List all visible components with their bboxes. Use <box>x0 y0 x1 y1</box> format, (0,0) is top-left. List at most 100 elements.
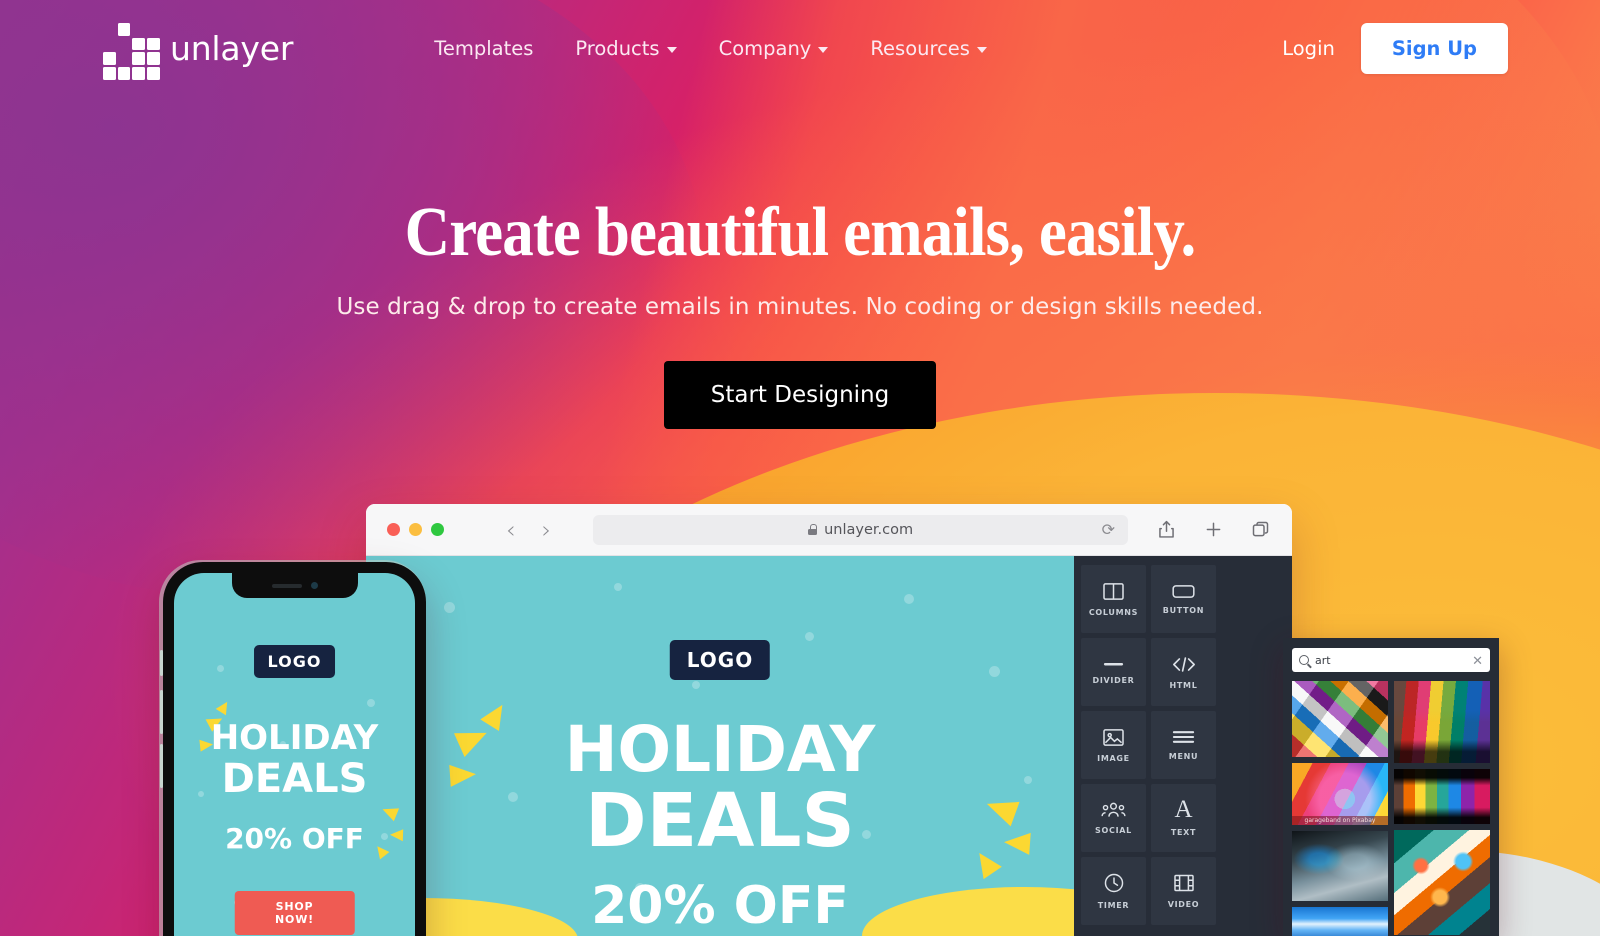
image-attribution: garageband on Pixabay <box>1292 816 1388 825</box>
image-thumbnail[interactable] <box>1394 830 1490 935</box>
logo-square <box>117 67 131 80</box>
tool-html[interactable]: HTML <box>1151 638 1216 706</box>
image-search-panel: art ✕ garageband on Pixabay <box>1283 638 1499 936</box>
nav-item-company[interactable]: Company <box>719 37 829 60</box>
image-thumbnail[interactable] <box>1292 681 1388 757</box>
browser-mockup: ‹ › unlayer.com ⟳ LOGO HOLIDAY DEALS 20%… <box>366 504 1292 936</box>
email-offer-text: 20% OFF <box>225 822 364 855</box>
tool-text[interactable]: A TEXT <box>1151 784 1216 852</box>
email-headline-line2: DEALS <box>221 756 368 802</box>
decorative-dot <box>613 582 622 591</box>
confetti-icon <box>379 802 400 822</box>
social-icon <box>1101 802 1126 817</box>
minimize-window-button[interactable] <box>409 523 422 536</box>
text-icon: A <box>1174 796 1193 824</box>
nav-label: Products <box>575 36 660 60</box>
phone-volume-up-button <box>160 690 163 734</box>
phone-camera-icon <box>310 582 318 589</box>
email-logo-chip: LOGO <box>669 640 771 680</box>
tool-timer[interactable]: TIMER <box>1081 857 1146 925</box>
tool-columns[interactable]: COLUMNS <box>1081 565 1146 633</box>
logo-square <box>117 23 131 36</box>
email-headline-line1: HOLIDAY <box>210 718 379 758</box>
editor-tool-panel: COLUMNS BUTTON DIVIDER HTML IMAGE MENU S… <box>1074 556 1292 936</box>
brand-name: unlayer <box>170 28 294 68</box>
reload-icon[interactable]: ⟳ <box>1102 520 1115 540</box>
tool-divider[interactable]: DIVIDER <box>1081 638 1146 706</box>
phone-mockup: LOGO HOLIDAY DEALS 20% OFF SHOP NOW! <box>160 562 426 936</box>
logo-square <box>147 67 160 80</box>
tool-label: MENU <box>1168 752 1199 761</box>
back-button-icon[interactable]: ‹ <box>506 518 516 542</box>
tabs-icon[interactable] <box>1250 519 1271 540</box>
email-headline-line1: HOLIDAY <box>564 713 876 786</box>
main-navigation: Templates Products Company Resources <box>434 37 987 60</box>
plus-icon[interactable] <box>1203 519 1224 540</box>
email-canvas: LOGO HOLIDAY DEALS 20% OFF <box>366 556 1074 936</box>
divider-icon <box>1103 663 1124 666</box>
image-results-grid: garageband on Pixabay <box>1292 681 1490 936</box>
columns-icon <box>1103 582 1124 600</box>
tool-label: IMAGE <box>1097 753 1130 763</box>
phone-screen: LOGO HOLIDAY DEALS 20% OFF SHOP NOW! <box>174 573 415 936</box>
forward-button-icon[interactable]: › <box>542 518 552 542</box>
shop-now-button[interactable]: SHOP NOW! <box>234 891 355 935</box>
nav-label: Company <box>718 36 812 60</box>
nav-label: Templates <box>434 36 534 60</box>
close-window-button[interactable] <box>387 523 400 536</box>
tool-label: VIDEO <box>1167 900 1200 909</box>
tool-social[interactable]: SOCIAL <box>1081 784 1146 852</box>
code-icon <box>1172 656 1195 672</box>
logo-square <box>132 67 145 80</box>
decorative-dot <box>443 601 455 613</box>
chevron-down-icon <box>666 46 677 53</box>
search-input[interactable]: art <box>1315 654 1466 667</box>
image-column-left: garageband on Pixabay <box>1292 681 1388 936</box>
tool-label: SOCIAL <box>1095 826 1132 835</box>
nav-label: Resources <box>870 36 970 60</box>
nav-item-products[interactable]: Products <box>575 36 677 60</box>
logo-square <box>103 67 116 80</box>
image-thumbnail[interactable] <box>1394 681 1490 763</box>
signup-button[interactable]: Sign Up <box>1360 22 1508 74</box>
image-thumbnail[interactable] <box>1292 907 1388 936</box>
decorative-dot <box>366 698 375 707</box>
login-link[interactable]: Login <box>1282 37 1335 60</box>
chevron-down-icon <box>976 46 987 53</box>
tool-label: COLUMNS <box>1088 607 1139 617</box>
nav-item-resources[interactable]: Resources <box>870 37 987 60</box>
tool-image[interactable]: IMAGE <box>1081 711 1146 779</box>
share-icon[interactable] <box>1156 519 1177 540</box>
brand-logo[interactable]: unlayer <box>103 23 294 80</box>
email-logo-chip: LOGO <box>253 645 336 678</box>
tool-label: TIMER <box>1097 901 1130 910</box>
tool-label: HTML <box>1169 680 1198 690</box>
tool-button[interactable]: BUTTON <box>1151 565 1216 633</box>
browser-toolbar: ‹ › unlayer.com ⟳ <box>366 504 1292 556</box>
image-thumbnail[interactable] <box>1292 831 1388 901</box>
image-search-bar[interactable]: art ✕ <box>1292 648 1490 672</box>
window-controls <box>387 523 444 536</box>
decorative-dot <box>691 681 700 690</box>
browser-tool-icons <box>1156 519 1271 540</box>
chevron-down-icon <box>818 46 829 53</box>
unlayer-squares-logo-icon <box>103 23 160 80</box>
page-title: Create beautiful emails, easily. <box>404 194 1197 271</box>
tool-video[interactable]: VIDEO <box>1151 857 1216 925</box>
phone-mute-button <box>160 650 163 676</box>
decorative-dot <box>804 632 814 641</box>
address-bar[interactable]: unlayer.com ⟳ <box>593 514 1128 545</box>
clear-x-icon[interactable]: ✕ <box>1472 654 1483 667</box>
header-actions: Login Sign Up <box>1282 22 1508 74</box>
image-thumbnail[interactable]: garageband on Pixabay <box>1292 763 1388 825</box>
tool-label: TEXT <box>1170 827 1197 837</box>
phone-notch <box>231 573 358 598</box>
nav-item-templates[interactable]: Templates <box>434 37 533 60</box>
url-text: unlayer.com <box>824 521 914 538</box>
start-designing-button[interactable]: Start Designing <box>663 361 937 430</box>
menu-icon <box>1172 731 1195 743</box>
image-thumbnail[interactable] <box>1394 769 1490 824</box>
maximize-window-button[interactable] <box>431 523 444 536</box>
site-header: unlayer Templates Products Company Resou… <box>0 0 1600 96</box>
tool-menu[interactable]: MENU <box>1151 711 1216 779</box>
